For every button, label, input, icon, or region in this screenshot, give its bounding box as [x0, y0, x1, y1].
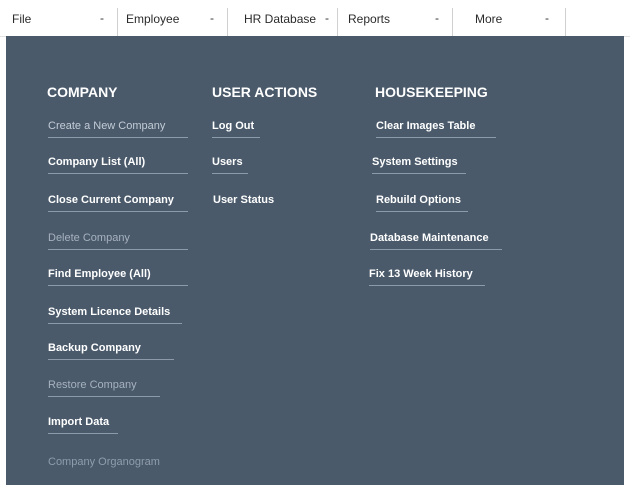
chevron-down-icon: -	[210, 11, 214, 25]
menu-more-label: More	[475, 12, 503, 26]
mega-menu-panel: COMPANY Create a New Company Company Lis…	[6, 36, 624, 485]
chevron-down-icon: -	[100, 11, 104, 25]
menu-file-label: File	[12, 12, 32, 26]
housekeeping-heading: HOUSEKEEPING	[375, 84, 488, 100]
chevron-down-icon: -	[545, 11, 549, 25]
menu-employee[interactable]: Employee -	[118, 8, 228, 36]
menu-hr-database[interactable]: HR Database -	[228, 8, 338, 36]
chevron-down-icon: -	[435, 11, 439, 25]
top-menubar: File - Employee - HR Database - Reports …	[0, 0, 630, 37]
menu-reports-label: Reports	[348, 12, 391, 26]
company-heading: COMPANY	[47, 84, 118, 100]
user-actions-heading: USER ACTIONS	[212, 84, 318, 100]
menu-file[interactable]: File -	[0, 8, 118, 36]
menu-hr-database-label: HR Database	[244, 12, 317, 26]
chevron-down-icon: -	[325, 11, 329, 25]
menu-more[interactable]: More -	[453, 8, 566, 36]
menu-reports[interactable]: Reports -	[338, 8, 453, 36]
menu-employee-label: Employee	[126, 12, 180, 26]
